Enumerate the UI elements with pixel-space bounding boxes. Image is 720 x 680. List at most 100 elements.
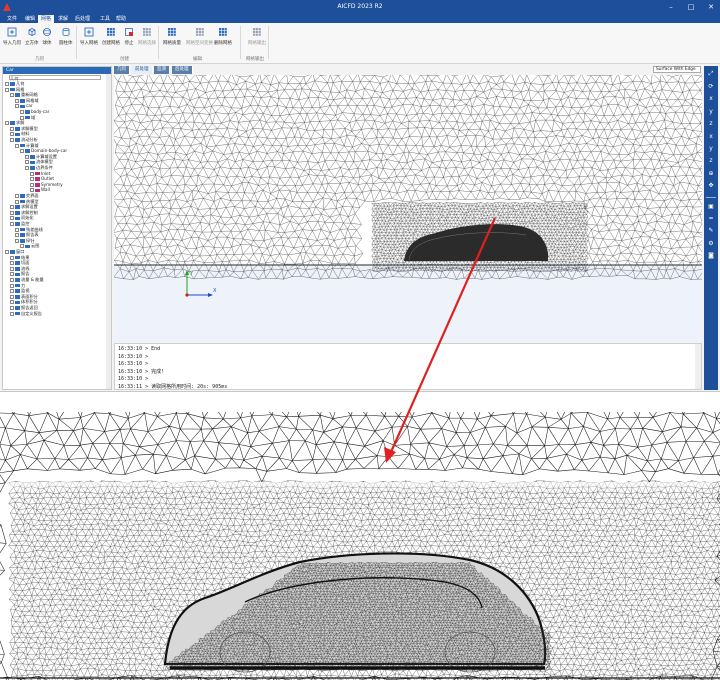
view-z-icon[interactable]: z	[706, 119, 716, 129]
tree-node[interactable]: 探针	[15, 238, 34, 243]
tree-node[interactable]: 重新网格	[10, 92, 38, 98]
tree-node[interactable]: 自定义报告	[10, 311, 42, 316]
ribbon-button[interactable]: 网格输出	[248, 27, 266, 46]
expand-toggle-icon[interactable]	[5, 87, 9, 92]
tree-node[interactable]: 报告返回	[10, 305, 38, 310]
maximize-icon[interactable]: □	[684, 2, 698, 12]
menu-item[interactable]: 求解	[55, 15, 71, 23]
expand-toggle-icon[interactable]	[25, 166, 29, 170]
settings-icon[interactable]: ⚙	[706, 238, 716, 248]
tree-node[interactable]: Symmetry	[30, 182, 63, 187]
expand-toggle-icon[interactable]	[10, 93, 14, 98]
expand-toggle-icon[interactable]	[10, 266, 14, 271]
rotate-icon[interactable]: ⟳	[706, 81, 716, 91]
ribbon-button[interactable]: 导入几何	[3, 27, 21, 46]
expand-toggle-icon[interactable]	[10, 216, 14, 221]
tree-node[interactable]: 求解	[5, 120, 24, 126]
minimize-icon[interactable]: –	[664, 2, 678, 12]
probe-icon[interactable]: ✎	[706, 226, 716, 236]
pan-icon[interactable]: ✥	[706, 181, 716, 191]
tree-scrollbar[interactable]	[106, 74, 111, 389]
tree-node[interactable]: 报告表	[15, 232, 39, 238]
close-icon[interactable]: ✕	[704, 2, 718, 12]
tree-node[interactable]: 切面	[10, 260, 29, 266]
expand-toggle-icon[interactable]	[10, 300, 14, 305]
tree-node[interactable]: 云图	[20, 243, 39, 249]
tree-node[interactable]: 监视	[10, 288, 29, 294]
view-tab[interactable]: 前处理	[132, 66, 153, 74]
ribbon-button[interactable]: 球体	[42, 27, 52, 46]
tree-node[interactable]: Wall	[30, 187, 50, 193]
tree-node[interactable]: body-car	[20, 109, 49, 114]
expand-toggle-icon[interactable]	[30, 177, 34, 182]
ribbon-button[interactable]: 网格质量	[163, 27, 181, 46]
tree-node[interactable]: 窗口	[5, 249, 24, 254]
ribbon-button[interactable]: 删除网格	[214, 27, 232, 46]
menu-item[interactable]: 文件	[4, 15, 20, 23]
tree-node[interactable]: 流体模型	[25, 159, 53, 165]
tree-node[interactable]: 流量 & 能量	[10, 277, 44, 282]
view-neg-y-icon[interactable]: y	[706, 143, 716, 153]
tree-node[interactable]: 流动分析	[10, 137, 38, 142]
ribbon-button[interactable]: 导入网格	[80, 27, 98, 46]
expand-toggle-icon[interactable]	[10, 272, 14, 277]
tree-node[interactable]: 网格域	[15, 98, 39, 103]
expand-toggle-icon[interactable]	[20, 110, 24, 114]
expand-toggle-icon[interactable]	[10, 311, 14, 316]
ribbon-button[interactable]: 停止	[124, 27, 134, 46]
view-neg-x-icon[interactable]: x	[706, 131, 716, 141]
expand-toggle-icon[interactable]	[25, 160, 29, 165]
view-x-icon[interactable]: x	[706, 94, 716, 104]
expand-toggle-icon[interactable]	[10, 255, 14, 260]
menu-item[interactable]: 帮助	[113, 15, 129, 23]
graphics-viewport[interactable]: YX	[114, 75, 702, 342]
expand-toggle-icon[interactable]	[5, 121, 9, 126]
expand-toggle-icon[interactable]	[10, 126, 14, 131]
ribbon-button[interactable]: 立方体	[25, 27, 39, 46]
expand-toggle-icon[interactable]	[10, 205, 14, 210]
expand-toggle-icon[interactable]	[30, 182, 34, 187]
expand-toggle-icon[interactable]	[15, 233, 19, 238]
expand-toggle-icon[interactable]	[10, 222, 14, 226]
expand-toggle-icon[interactable]	[15, 227, 19, 232]
tree-node[interactable]: car	[15, 103, 33, 109]
expand-toggle-icon[interactable]	[15, 194, 19, 198]
expand-toggle-icon[interactable]	[15, 104, 19, 109]
tree-node[interactable]: 监控	[10, 221, 29, 226]
expand-toggle-icon[interactable]	[20, 149, 24, 154]
expand-toggle-icon[interactable]	[15, 238, 19, 243]
tree-node[interactable]: 材料	[10, 131, 29, 137]
tree-node[interactable]: 计算域	[15, 143, 39, 148]
expand-toggle-icon[interactable]	[5, 82, 9, 86]
expand-toggle-icon[interactable]	[10, 283, 14, 288]
expand-toggle-icon[interactable]	[15, 199, 19, 204]
tree-node[interactable]: 体积积分	[10, 299, 38, 305]
menu-item[interactable]: 后处理	[72, 15, 93, 23]
expand-toggle-icon[interactable]	[10, 278, 14, 282]
view-tab[interactable]: 几何	[114, 66, 130, 74]
tree-node[interactable]: 求解设置	[10, 204, 38, 210]
view-y-icon[interactable]: y	[706, 106, 716, 116]
tree-node[interactable]: 初始化	[10, 215, 34, 221]
expand-toggle-icon[interactable]	[10, 138, 14, 142]
mesh-viewport-canvas[interactable]: YX	[114, 75, 702, 342]
expand-toggle-icon[interactable]	[10, 261, 14, 266]
expand-toggle-icon[interactable]	[15, 98, 19, 103]
expand-toggle-icon[interactable]	[20, 115, 24, 120]
zoom-icon[interactable]: ⊕	[706, 168, 716, 178]
console-scrollbar[interactable]	[695, 344, 701, 389]
ribbon-button[interactable]: 网格选择	[138, 27, 156, 46]
menu-item[interactable]: 工具	[97, 15, 113, 23]
menu-item[interactable]: 网格	[38, 15, 55, 23]
camera-icon[interactable]: ◙	[706, 251, 716, 261]
expand-toggle-icon[interactable]	[30, 171, 34, 176]
expand-toggle-icon[interactable]	[10, 210, 14, 215]
menu-item[interactable]: 编辑	[22, 15, 38, 23]
tree-node[interactable]: 边界条件	[25, 165, 53, 170]
expand-toggle-icon[interactable]	[20, 244, 24, 249]
expand-toggle-icon[interactable]	[10, 289, 14, 294]
display-mode-select[interactable]: Surface With Edge	[653, 66, 701, 73]
expand-toggle-icon[interactable]	[5, 250, 9, 254]
view-neg-z-icon[interactable]: z	[706, 156, 716, 166]
view-tab[interactable]: 监测	[154, 66, 170, 74]
